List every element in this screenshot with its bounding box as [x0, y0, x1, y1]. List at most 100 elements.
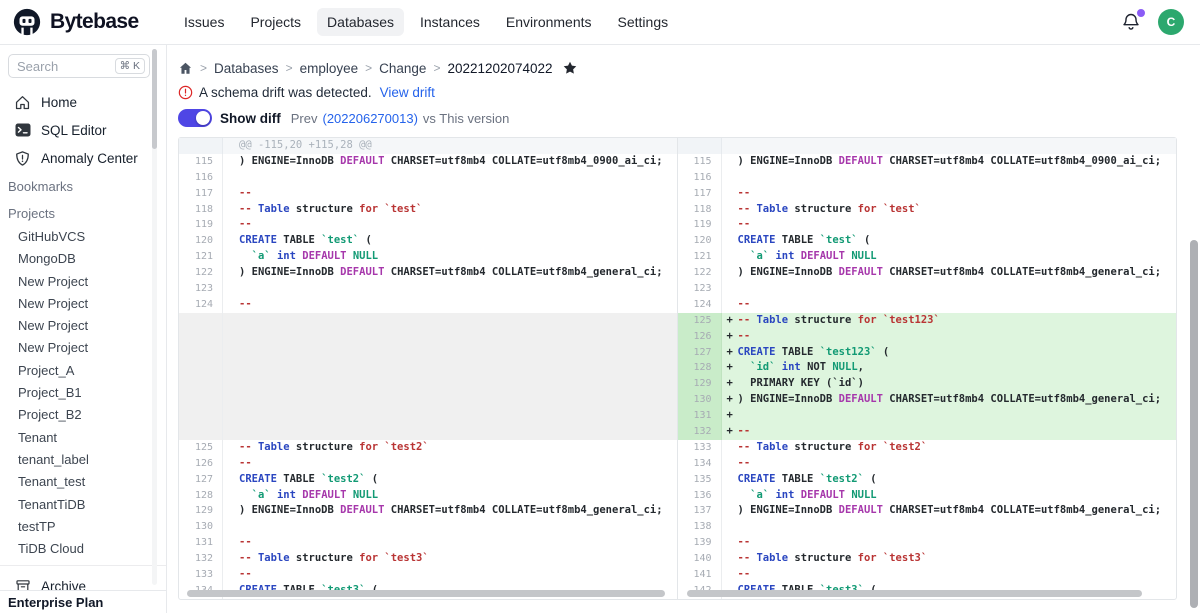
page-scrollbar[interactable]	[1190, 240, 1198, 608]
code-line: `a` int DEFAULT NULL	[223, 488, 677, 504]
diff-row: 131--	[179, 535, 677, 551]
plan-label: Enterprise Plan	[8, 595, 103, 610]
sidebar-project-item[interactable]: tenant_label	[0, 449, 166, 471]
diff-left-hscrollbar[interactable]	[187, 590, 665, 597]
shield-icon	[14, 150, 31, 167]
line-number: 116	[179, 170, 223, 186]
sidebar-project-item[interactable]: MongoDB	[0, 248, 166, 270]
line-number: 129	[678, 376, 722, 392]
line-number	[179, 329, 223, 345]
diff-add-marker: +	[727, 329, 733, 345]
code-line	[722, 170, 1177, 186]
code-line	[223, 345, 677, 361]
code-line: --	[223, 186, 677, 202]
sidebar-project-item[interactable]: Tenant_test	[0, 471, 166, 493]
sidebar-section-projects: Projects	[0, 199, 166, 226]
line-number: 127	[179, 472, 223, 488]
diff-row: 130+) ENGINE=InnoDB DEFAULT CHARSET=utf8…	[678, 392, 1177, 408]
code-line: --	[722, 186, 1177, 202]
sidebar-project-item[interactable]: New Project	[0, 337, 166, 359]
line-number: 120	[678, 233, 722, 249]
brand[interactable]: Bytebase	[12, 7, 166, 37]
sidebar-item-home[interactable]: Home	[0, 88, 166, 116]
line-number: 115	[179, 154, 223, 170]
drift-message: A schema drift was detected.	[199, 85, 372, 100]
nav-item-issues[interactable]: Issues	[174, 8, 234, 36]
search-input[interactable]	[17, 59, 91, 74]
sidebar-project-item[interactable]: TenantTiDB	[0, 494, 166, 516]
search-box[interactable]: ⌘ K	[8, 54, 150, 78]
star-icon[interactable]	[562, 60, 578, 76]
code-line: CREATE TABLE `test2` (	[223, 472, 677, 488]
line-number: 122	[179, 265, 223, 281]
breadcrumb-item[interactable]: Databases	[214, 61, 279, 76]
nav-item-databases[interactable]: Databases	[317, 8, 404, 36]
prev-label: Prev	[291, 111, 318, 126]
line-number: 132	[179, 551, 223, 567]
line-number: 116	[678, 170, 722, 186]
breadcrumb-item[interactable]: employee	[300, 61, 359, 76]
code-line	[223, 329, 677, 345]
divider	[0, 565, 166, 566]
line-number: 119	[179, 217, 223, 233]
diff-row	[179, 360, 677, 376]
breadcrumb-item[interactable]: Change	[379, 61, 426, 76]
line-number	[179, 138, 223, 154]
sidebar-project-item[interactable]: TiDB Cloud	[0, 538, 166, 560]
sidebar-project-item[interactable]: GitHubVCS	[0, 226, 166, 248]
nav-item-projects[interactable]: Projects	[240, 8, 311, 36]
sidebar-project-item[interactable]: New Project	[0, 315, 166, 337]
sidebar-project-item[interactable]: Project_B2	[0, 404, 166, 426]
line-number: 121	[678, 249, 722, 265]
diff-row: 124--	[179, 297, 677, 313]
sidebar-project-item[interactable]: New Project	[0, 293, 166, 315]
sidebar-project-item[interactable]: testTP	[0, 516, 166, 538]
diff-row: 126--	[179, 456, 677, 472]
line-number	[179, 408, 223, 424]
diff-panel: @@ -115,20 +115,28 @@115) ENGINE=InnoDB …	[178, 137, 1177, 600]
sidebar-scrollbar[interactable]	[152, 49, 157, 149]
notifications-button[interactable]	[1121, 12, 1141, 32]
code-line: +--	[722, 329, 1177, 345]
view-drift-link[interactable]: View drift	[380, 85, 435, 100]
line-number: 130	[179, 519, 223, 535]
diff-row: 133--	[179, 567, 677, 583]
line-number: 122	[678, 265, 722, 281]
code-line: `a` int DEFAULT NULL	[722, 249, 1177, 265]
alert-circle-icon	[178, 85, 193, 100]
breadcrumb-home-icon[interactable]	[178, 61, 193, 76]
diff-row: 137) ENGINE=InnoDB DEFAULT CHARSET=utf8m…	[678, 503, 1177, 519]
code-line: `a` int DEFAULT NULL	[223, 249, 677, 265]
avatar[interactable]: C	[1158, 9, 1184, 35]
sidebar-item-sql-editor[interactable]: SQL Editor	[0, 116, 166, 144]
sidebar-project-item[interactable]: Project_A	[0, 360, 166, 382]
schema-drift-banner: A schema drift was detected. View drift	[178, 83, 1177, 101]
code-line: CREATE TABLE `test2` (	[722, 472, 1177, 488]
sidebar-sections: BookmarksProjectsGitHubVCSMongoDBNew Pro…	[0, 172, 166, 560]
prev-version-link[interactable]: (202206270013)	[322, 111, 417, 126]
diff-row: 117--	[678, 186, 1177, 202]
sidebar-footer[interactable]: Enterprise Plan	[0, 590, 166, 613]
code-line: --	[722, 456, 1177, 472]
sidebar-project-item[interactable]: Project_B1	[0, 382, 166, 404]
nav-item-settings[interactable]: Settings	[608, 8, 679, 36]
main-content: >Databases>employee>Change>2022120207402…	[167, 45, 1200, 613]
show-diff-toggle[interactable]	[178, 109, 212, 127]
code-line	[223, 170, 677, 186]
diff-right-hscrollbar[interactable]	[687, 590, 1142, 597]
diff-row: 140-- Table structure for `test3`	[678, 551, 1177, 567]
sidebar-item-anomaly-center[interactable]: Anomaly Center	[0, 144, 166, 172]
nav-item-environments[interactable]: Environments	[496, 8, 602, 36]
diff-row: 135CREATE TABLE `test2` (	[678, 472, 1177, 488]
diff-row: 122) ENGINE=InnoDB DEFAULT CHARSET=utf8m…	[179, 265, 677, 281]
line-number: 125	[179, 440, 223, 456]
diff-row: 118-- Table structure for `test`	[179, 202, 677, 218]
code-line: ) ENGINE=InnoDB DEFAULT CHARSET=utf8mb4 …	[722, 154, 1177, 170]
code-line	[722, 281, 1177, 297]
sidebar-project-item[interactable]: New Project	[0, 271, 166, 293]
diff-row: 125+-- Table structure for `test123`	[678, 313, 1177, 329]
diff-row: 138	[678, 519, 1177, 535]
nav-item-instances[interactable]: Instances	[410, 8, 490, 36]
top-navbar: Bytebase IssuesProjectsDatabasesInstance…	[0, 0, 1200, 45]
sidebar-project-item[interactable]: Tenant	[0, 427, 166, 449]
